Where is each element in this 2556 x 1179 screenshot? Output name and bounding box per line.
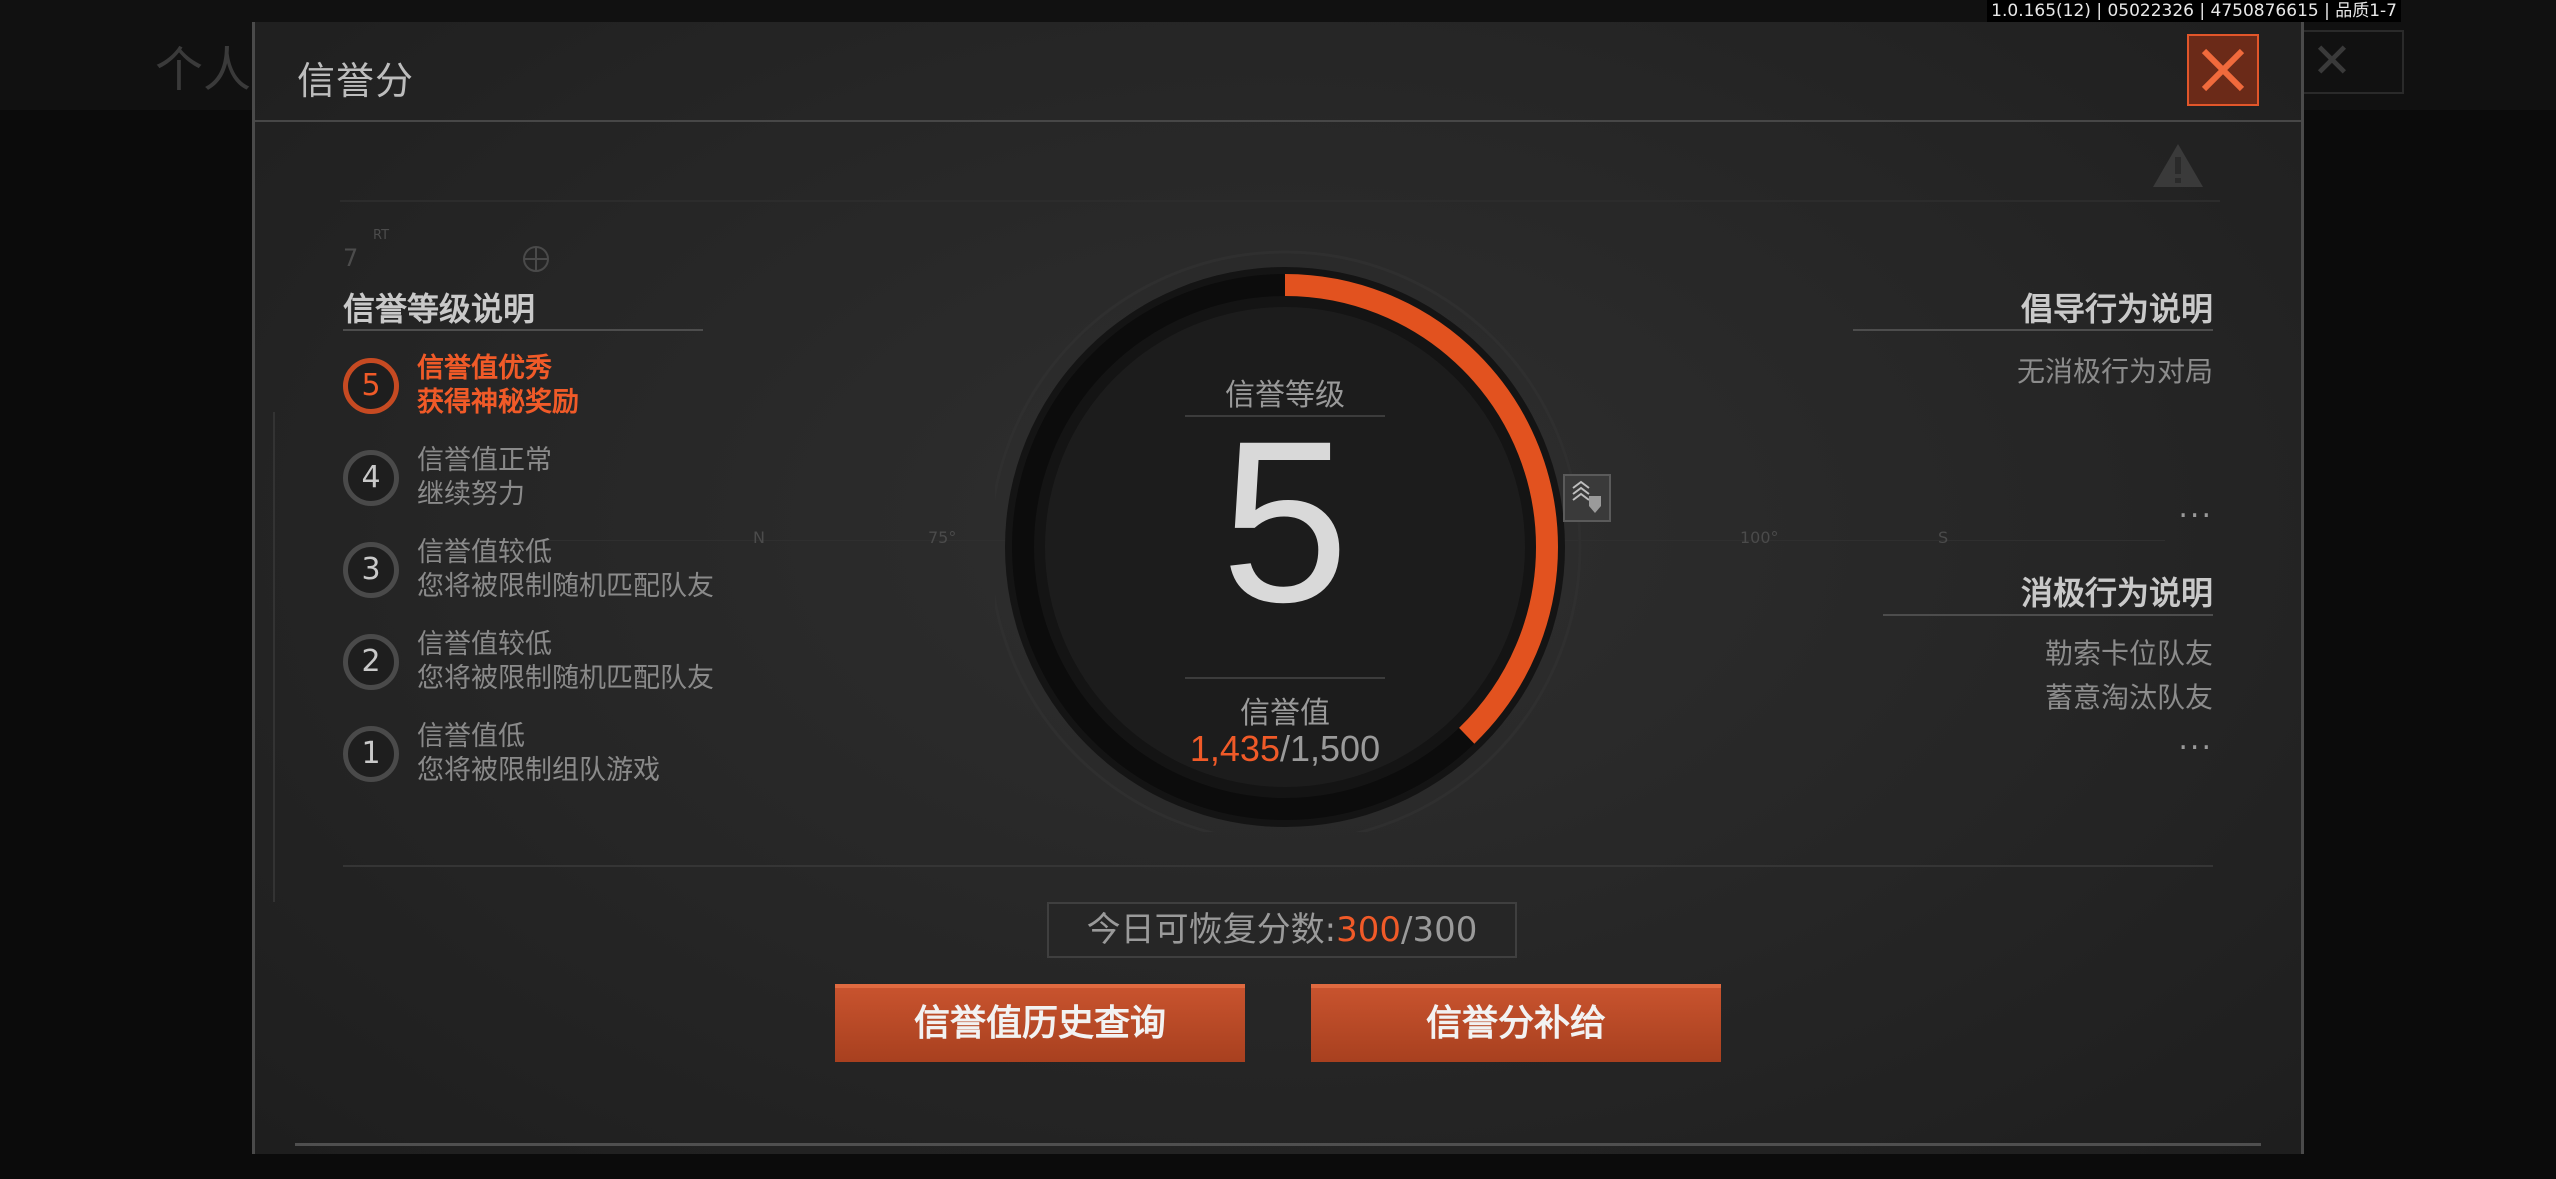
- level-description: 信誉值较低 您将被限制随机匹配队友: [417, 629, 714, 694]
- history-query-button[interactable]: 信誉值历史查询: [835, 984, 1245, 1062]
- level-badge: 5: [343, 358, 399, 414]
- score-supply-button[interactable]: 信誉分补给: [1311, 984, 1721, 1062]
- level-badge: 4: [343, 450, 399, 506]
- negative-section-title: 消极行为说明: [2020, 574, 2213, 612]
- dialog-title: 信誉分: [297, 59, 415, 103]
- background-page-title: 个人: [155, 42, 252, 98]
- credit-gauge: 信誉等级 5 信誉值 1,435/1,500: [995, 232, 1611, 832]
- level-badge: 3: [343, 542, 399, 598]
- tick-s: S: [1938, 528, 1949, 547]
- tick-75: 75°: [928, 528, 957, 547]
- daily-recover-box: 今日可恢复分数:300/300: [1047, 902, 1517, 958]
- level-description: 信誉值较低 您将被限制随机匹配队友: [417, 537, 714, 602]
- level-badge: 2: [343, 634, 399, 690]
- hud-sup: RT: [373, 228, 390, 243]
- positive-item: 无消极行为对局: [2016, 355, 2213, 388]
- close-button[interactable]: [2187, 34, 2259, 106]
- hud-number: 7: [343, 244, 359, 272]
- negative-more[interactable]: ...: [2178, 722, 2213, 757]
- level-value: 5: [1221, 393, 1349, 650]
- negative-item: 蓄意淘汰队友: [2044, 681, 2213, 714]
- close-x-icon: [2201, 48, 2245, 92]
- score-value: 1,435/1,500: [1189, 728, 1381, 769]
- credit-score-dialog: 信誉分 7 RT N 75° 100° S 信誉等级说明 5 信誉值优秀 获得神…: [252, 22, 2304, 1154]
- positive-more[interactable]: ...: [2178, 490, 2213, 525]
- score-label: 信誉值: [1240, 696, 1330, 731]
- levels-section-title: 信誉等级说明: [343, 290, 536, 328]
- tick-n: N: [753, 528, 765, 547]
- positive-section-divider: [1853, 329, 2213, 331]
- warning-icon: [2153, 144, 2203, 187]
- version-info: 1.0.165(12) | 05022326 | 4750876615 | 品质…: [1987, 0, 2401, 22]
- negative-item: 勒索卡位队友: [2044, 637, 2213, 670]
- negative-section-divider: [1883, 614, 2213, 616]
- side-hud-line: [273, 412, 275, 902]
- level-badge: 1: [343, 726, 399, 782]
- rank-badge-icon: [1563, 474, 1611, 522]
- level-description: 信誉值优秀 获得神秘奖励: [417, 353, 579, 418]
- tick-100: 100°: [1740, 528, 1779, 547]
- bottom-hud-line: [343, 865, 2213, 867]
- hud-line: [340, 200, 2220, 202]
- levels-section-divider: [343, 329, 703, 331]
- positive-section-title: 倡导行为说明: [2020, 290, 2213, 328]
- title-divider: [255, 120, 2301, 122]
- crosshair-icon: [523, 246, 549, 272]
- level-description: 信誉值低 您将被限制组队游戏: [417, 721, 660, 786]
- level-description: 信誉值正常 继续努力: [417, 445, 552, 510]
